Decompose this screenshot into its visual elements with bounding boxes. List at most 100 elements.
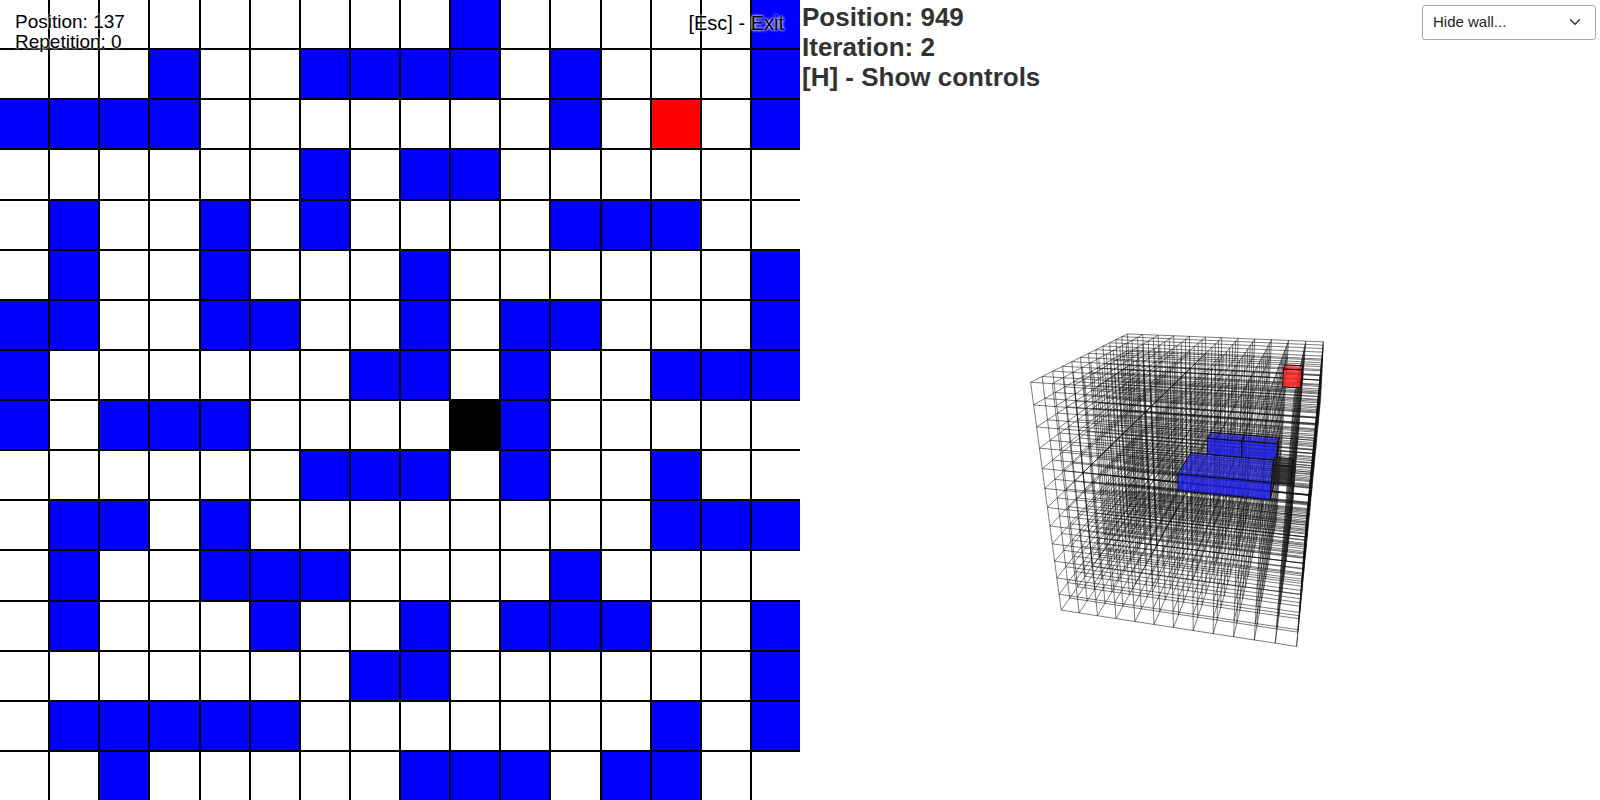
maze-cell [652, 251, 700, 299]
maze-cell [50, 652, 98, 700]
maze-cell [0, 752, 48, 800]
maze-cell [150, 551, 198, 599]
maze-3d-view[interactable]: Position: 949 Iteration: 2 [H] - Show co… [800, 0, 1600, 800]
maze-cell [201, 602, 249, 650]
maze-cell [702, 652, 750, 700]
maze-2d-view: Position: 137 Repetition: 0 [Esc] - Exit [0, 0, 800, 800]
maze-cell [451, 501, 499, 549]
maze-cell [752, 251, 800, 299]
hide-wall-select[interactable]: Hide wall... [1422, 5, 1596, 40]
maze-cell [0, 702, 48, 750]
maze-cell [401, 50, 449, 98]
maze-cell [301, 652, 349, 700]
maze-cell [100, 652, 148, 700]
maze-cell [752, 752, 800, 800]
maze-cell [100, 702, 148, 750]
maze-cell [251, 150, 299, 198]
maze-cell [702, 50, 750, 98]
maze-cell [201, 0, 249, 48]
maze-cell [652, 602, 700, 650]
maze-cell [602, 752, 650, 800]
maze-cell [201, 401, 249, 449]
maze-cell [752, 100, 800, 148]
maze-cell [0, 100, 48, 148]
maze-cell [351, 702, 399, 750]
maze-cell [602, 201, 650, 249]
cube-hud: Position: 949 Iteration: 2 [H] - Show co… [802, 2, 1040, 92]
maze-cell [401, 351, 449, 399]
maze-cell [150, 100, 198, 148]
position-label: Position: 949 [802, 2, 1040, 32]
maze-cell [752, 301, 800, 349]
maze-cell [351, 551, 399, 599]
maze-cell [602, 50, 650, 98]
maze-cell [201, 351, 249, 399]
maze-cell [251, 501, 299, 549]
maze-cell [100, 201, 148, 249]
cube-block [1208, 432, 1245, 457]
maze-cell [501, 401, 549, 449]
maze-cell [100, 501, 148, 549]
maze-cell [401, 401, 449, 449]
maze-cell [150, 50, 198, 98]
maze-cell [100, 351, 148, 399]
maze-cell [752, 501, 800, 549]
maze-cell [551, 602, 599, 650]
maze-cell [301, 100, 349, 148]
maze-cell [501, 201, 549, 249]
maze-cell [100, 100, 148, 148]
maze-cell [351, 50, 399, 98]
maze-cell [752, 602, 800, 650]
maze-cell [551, 201, 599, 249]
maze-cell [100, 401, 148, 449]
maze-cell [501, 551, 549, 599]
maze-cell [50, 50, 98, 98]
maze-cell [401, 301, 449, 349]
maze-cell [602, 702, 650, 750]
maze-cell [652, 752, 700, 800]
maze-cell [551, 551, 599, 599]
maze-cell [652, 100, 700, 148]
maze-cell [251, 401, 299, 449]
maze-cell [50, 351, 98, 399]
maze-cell [401, 251, 449, 299]
maze-cell [752, 652, 800, 700]
maze-cell [602, 100, 650, 148]
maze-cell [201, 150, 249, 198]
cube-canvas[interactable] [800, 0, 1600, 800]
maze-cell [702, 501, 750, 549]
maze-cell [451, 301, 499, 349]
cube-wireframe [1031, 334, 1324, 647]
maze-cell [351, 0, 399, 48]
maze-cell [752, 150, 800, 198]
maze-cell [0, 150, 48, 198]
maze-cell [652, 351, 700, 399]
maze-cell [351, 301, 399, 349]
maze-cell [100, 602, 148, 650]
maze-cell [652, 201, 700, 249]
maze-cell [201, 652, 249, 700]
maze-cell [551, 752, 599, 800]
maze-cell [501, 602, 549, 650]
maze-cell [100, 752, 148, 800]
maze-cell [401, 702, 449, 750]
maze-cell [551, 100, 599, 148]
maze-cell [251, 251, 299, 299]
maze-cell [652, 551, 700, 599]
maze-cell [451, 100, 499, 148]
maze-cell [201, 702, 249, 750]
maze-cell [301, 752, 349, 800]
maze-cell [201, 501, 249, 549]
maze-cell [50, 201, 98, 249]
maze-cell [251, 451, 299, 499]
maze-cell [501, 251, 549, 299]
maze-cell [501, 150, 549, 198]
maze-cell [501, 0, 549, 48]
maze-cell [401, 652, 449, 700]
exit-hint[interactable]: [Esc] - Exit [688, 12, 784, 34]
maze-cell [50, 752, 98, 800]
maze-cell [401, 501, 449, 549]
iteration-label: Iteration: 2 [802, 32, 1040, 62]
maze-cell [752, 50, 800, 98]
maze-cell [602, 251, 650, 299]
